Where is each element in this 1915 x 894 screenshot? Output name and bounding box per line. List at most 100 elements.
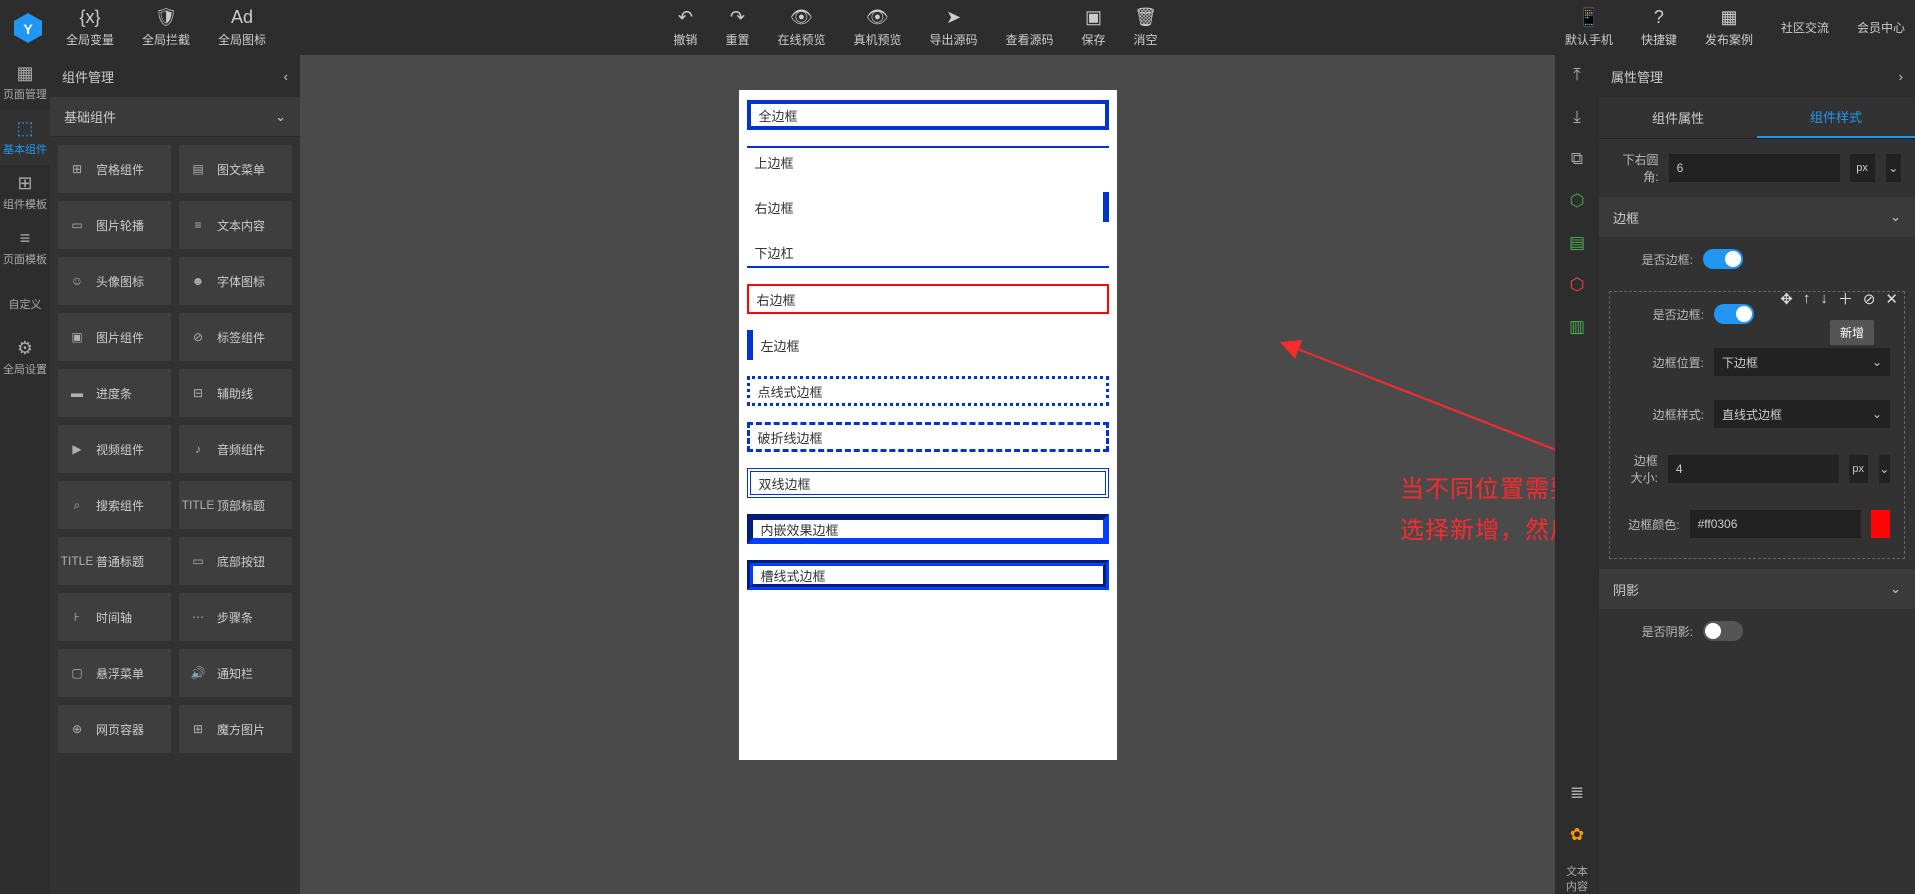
component-notice[interactable]: 🔊通知栏 <box>179 649 292 697</box>
copy-icon[interactable]: ⧉ <box>1565 147 1589 171</box>
component-img-menu[interactable]: ▤图文菜单 <box>179 145 292 193</box>
shortcut-button[interactable]: ?快捷键 <box>1641 7 1677 48</box>
collapse-right-icon[interactable]: › <box>1899 69 1903 84</box>
clear-button[interactable]: 🗑消空 <box>1134 7 1158 48</box>
section-border[interactable]: 边框 ⌄ <box>1599 197 1915 237</box>
component-web-container[interactable]: ⊕网页容器 <box>58 705 171 753</box>
component-progress[interactable]: ▬进度条 <box>58 369 171 417</box>
section-shadow[interactable]: 阴影 ⌄ <box>1599 569 1915 609</box>
nav-global-set[interactable]: ⚙全局设置 <box>0 330 50 385</box>
publish-button[interactable]: ▦发布案例 <box>1705 7 1753 48</box>
canvas-box-b-groove[interactable]: 槽线式边框 <box>747 560 1109 590</box>
export-button[interactable]: ➤导出源码 <box>929 7 977 48</box>
member-button[interactable]: 会员中心 <box>1857 19 1905 36</box>
tab-props[interactable]: 组件属性 <box>1599 97 1757 138</box>
border-color-swatch[interactable] <box>1871 510 1890 538</box>
img-menu-icon: ▤ <box>189 160 207 178</box>
component-search[interactable]: ⌕搜索组件 <box>58 481 171 529</box>
phone-canvas[interactable]: 全边框上边框右边框下边杠右边框左边框点线式边框破折线边框双线边框内嵌效果边框槽线… <box>739 90 1117 760</box>
up-icon[interactable]: ↑ <box>1803 290 1811 307</box>
component-tag[interactable]: ⊘标签组件 <box>179 313 292 361</box>
hide-icon[interactable]: ⊘ <box>1863 290 1876 308</box>
component-image[interactable]: ▣图片组件 <box>58 313 171 361</box>
component-audio[interactable]: ♪音频组件 <box>179 425 292 473</box>
collapse-left-icon[interactable]: ‹ <box>284 69 288 84</box>
note-icon[interactable]: ▥ <box>1565 315 1589 339</box>
undo-button[interactable]: ↶撤销 <box>673 7 697 48</box>
tab-style[interactable]: 组件样式 <box>1757 97 1915 138</box>
border-size-unit-dropdown[interactable]: ⌄ <box>1878 455 1890 483</box>
nav-label: 自定义 <box>9 296 42 312</box>
right-nav: ⤒ ⤓ ⧉ ⬡ ▤ ⬡ ▥ ≣ ✿ 文本内容 <box>1555 55 1599 894</box>
down-icon[interactable]: ↓ <box>1820 290 1828 307</box>
align-top-icon[interactable]: ⤒ <box>1565 63 1589 87</box>
nav-label: 全局设置 <box>3 361 47 377</box>
component-text[interactable]: ≡文本内容 <box>179 201 292 249</box>
radius-unit-dropdown[interactable]: ⌄ <box>1885 154 1901 182</box>
component-carousel[interactable]: ▭图片轮播 <box>58 201 171 249</box>
move-icon[interactable]: ✥ <box>1780 290 1793 308</box>
nav-basic-comp[interactable]: ⬚基本组件 <box>0 110 50 165</box>
nav-comp-tpl[interactable]: ⊞组件模板 <box>0 165 50 220</box>
border-size-input[interactable] <box>1668 455 1839 483</box>
component-bottom-btn[interactable]: ▭底部按钮 <box>179 537 292 585</box>
toolbar-label: 全局拦截 <box>142 31 190 48</box>
is-shadow-toggle[interactable] <box>1703 621 1743 641</box>
canvas-box-b-double[interactable]: 双线边框 <box>747 468 1109 498</box>
border-pos-select[interactable]: 下边框 ⌄ <box>1714 348 1890 376</box>
add-icon[interactable]: ＋ <box>1838 288 1853 309</box>
community-button[interactable]: 社区交流 <box>1781 19 1829 36</box>
view-src-button[interactable]: 查看源码 <box>1006 7 1054 48</box>
text-content-nav[interactable]: 文本内容 <box>1566 865 1588 894</box>
canvas-box-b-top[interactable]: 上边框 <box>747 146 1109 176</box>
component-label: 头像图标 <box>96 273 144 290</box>
nav-page-mgr[interactable]: ▦页面管理 <box>0 55 50 110</box>
preview-online-button[interactable]: 👁在线预览 <box>777 7 825 48</box>
component-font-icon[interactable]: ☻字体图标 <box>179 257 292 305</box>
component-timeline[interactable]: ⊦时间轴 <box>58 593 171 641</box>
default-phone-button[interactable]: 📱默认手机 <box>1565 7 1613 48</box>
preview-device-button[interactable]: 👁真机预览 <box>853 7 901 48</box>
nav-custom[interactable]: 自定义 <box>0 275 50 330</box>
canvas-box-b-dot[interactable]: 点线式边框 <box>747 376 1109 406</box>
border-style-select[interactable]: 直线式边框 ⌄ <box>1714 400 1890 428</box>
puzzle-icon[interactable]: ⬡ <box>1565 189 1589 213</box>
nav-label: 页面模板 <box>3 251 47 267</box>
canvas-box-b-all[interactable]: 全边框 <box>747 100 1109 130</box>
redo-button[interactable]: ↷重置 <box>725 7 749 48</box>
is-border-toggle[interactable] <box>1703 249 1743 269</box>
chevron-down-icon: ⌄ <box>1872 355 1882 369</box>
toolbar-label: 撤销 <box>673 31 697 48</box>
component-label: 顶部标题 <box>217 497 265 514</box>
canvas-box-b-right[interactable]: 右边框 <box>747 192 1109 222</box>
component-top-title[interactable]: TITLE顶部标题 <box>179 481 292 529</box>
puzzle2-icon[interactable]: ⬡ <box>1565 273 1589 297</box>
component-magic-img[interactable]: ⊞魔方图片 <box>179 705 292 753</box>
canvas-box-b-inset[interactable]: 内嵌效果边框 <box>747 514 1109 544</box>
component-video[interactable]: ▶视频组件 <box>58 425 171 473</box>
settings-icon[interactable]: ✿ <box>1565 823 1589 847</box>
canvas-box-b-bottom[interactable]: 下边杠 <box>747 238 1109 268</box>
canvas-box-b-sel[interactable]: 右边框 <box>747 284 1109 314</box>
component-grid[interactable]: ⊞宫格组件 <box>58 145 171 193</box>
category-header[interactable]: 基础组件 ⌄ <box>50 97 300 137</box>
layers-icon[interactable]: ≣ <box>1565 781 1589 805</box>
component-float-menu[interactable]: ▢悬浮菜单 <box>58 649 171 697</box>
close-icon[interactable]: ✕ <box>1885 290 1898 308</box>
border-color-input[interactable] <box>1690 510 1861 538</box>
is-border-toggle-2[interactable] <box>1714 304 1754 324</box>
save-button[interactable]: ▣保存 <box>1082 7 1106 48</box>
component-steps[interactable]: ⋯步骤条 <box>179 593 292 641</box>
component-guide[interactable]: ⊟辅助线 <box>179 369 292 417</box>
component-avatar[interactable]: ☺头像图标 <box>58 257 171 305</box>
global-block-button[interactable]: 🛡全局拦截 <box>142 7 190 48</box>
nav-page-tpl[interactable]: ≡页面模板 <box>0 220 50 275</box>
component-normal-title[interactable]: TITLE普通标题 <box>58 537 171 585</box>
canvas-box-b-dash[interactable]: 破折线边框 <box>747 422 1109 452</box>
download-icon[interactable]: ⤓ <box>1565 105 1589 129</box>
radius-input[interactable] <box>1669 154 1840 182</box>
global-icon-button[interactable]: Ad全局图标 <box>218 7 266 48</box>
list-icon[interactable]: ▤ <box>1565 231 1589 255</box>
canvas-box-b-left[interactable]: 左边框 <box>747 330 1109 360</box>
global-var-button[interactable]: {x}全局变量 <box>66 7 114 48</box>
